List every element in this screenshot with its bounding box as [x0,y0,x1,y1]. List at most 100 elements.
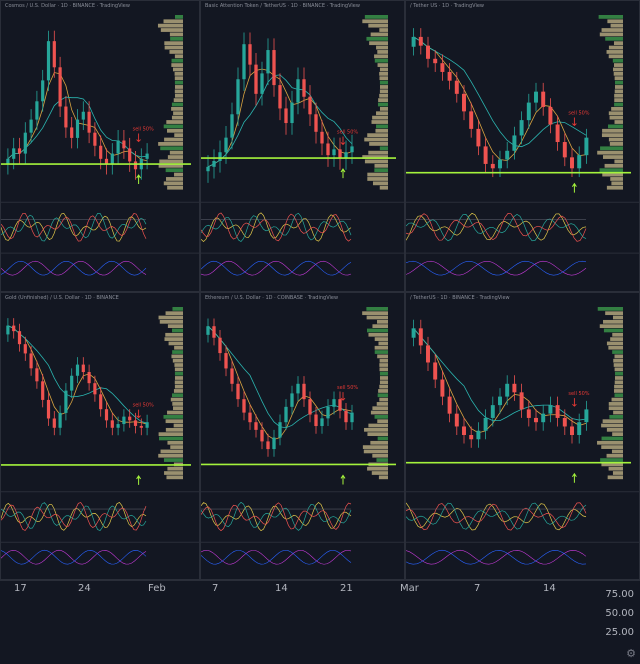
volume-profile-bar [379,71,388,76]
volume-profile-bar [364,137,388,142]
candlestick-chart: sell 50% [406,307,639,565]
candle-body [476,430,481,440]
volume-profile-bar [372,453,388,458]
oscillator-line [1,502,147,531]
candle-body [462,426,466,435]
sell-annotation: sell 50% [568,111,589,117]
candle-body [350,412,354,423]
volume-profile-bar [166,177,183,181]
volume-profile-bar [608,406,623,411]
volume-profile-bar [166,120,183,124]
candle-body [320,418,324,427]
volume-profile-bar [377,63,388,67]
volume-profile-bar [374,168,388,173]
x-tick: 7 [474,583,481,594]
volume-profile-bar [607,19,623,24]
volume-profile-bar [378,475,388,480]
volume-profile-bar [607,475,623,480]
candle-body [483,146,488,164]
volume-profile-bar [610,177,623,181]
volume-profile-bar [368,23,388,28]
rsi-line [1,549,147,565]
candle-body [350,146,354,153]
volume-profile-bar [371,120,388,124]
volume-profile-bar [379,93,388,98]
volume-profile-bar [159,319,183,324]
volume-profile-bar [173,111,183,116]
arrow-up-icon [340,168,346,179]
candle-body [290,393,294,407]
moving-average-line [413,36,587,162]
volume-profile-bar [174,371,183,376]
arrow-down-icon [136,409,141,419]
volume-profile-bar [374,350,388,354]
volume-profile-bar [163,124,183,129]
chart-panel[interactable]: / TetherUS · 1D · BINANCE · TradingView s… [405,292,640,580]
candle-body [278,422,282,438]
volume-profile-bar [172,358,183,363]
y-tick: 75.00 [605,589,634,600]
x-tick: 14 [275,583,288,594]
volume-profile-bar [597,307,623,311]
gear-icon[interactable]: ⚙ [626,647,636,660]
volume-profile-bar [164,45,183,50]
volume-profile-bar [174,54,183,59]
candle-body [534,417,538,423]
volume-profile-bar [364,427,388,432]
volume-profile-bar [613,358,623,363]
volume-profile-bar [611,449,623,454]
candle-body [81,364,85,373]
candle-body [555,405,560,418]
volume-profile-bar [614,93,623,98]
chart-panel[interactable]: Ethereum / U.S. Dollar · 1D · COINBASE ·… [200,292,405,580]
volume-profile-bar [608,124,623,129]
volume-profile-bar [603,328,623,333]
candle-body [260,73,264,94]
volume-profile-bar [597,440,623,445]
volume-profile-bar [374,58,388,63]
volume-profile-bar [379,28,388,32]
volume-profile-bar [158,453,183,458]
volume-profile-bar [172,67,183,72]
chart-panel[interactable]: Basic Attention Token / TetherUS · 1D · … [200,0,405,292]
candle-body [290,102,294,124]
candle-body [41,381,45,400]
volume-profile-bar [612,432,623,436]
candle-body [230,114,234,138]
volume-profile-bar [379,371,388,376]
volume-profile-bar [173,406,183,411]
candle-body [338,149,342,159]
candle-body [440,63,445,72]
volume-profile-bar [604,163,623,168]
x-tick: Mar [400,583,419,594]
chart-panel[interactable]: Cosmos / U.S. Dollar · 1D · BINANCE · Tr… [0,0,200,292]
chart-panel[interactable]: / Tether US · 1D · TradingView sell 50% [405,0,640,292]
volume-profile-bar [172,393,183,398]
candle-body [99,145,103,159]
rsi-line [201,549,352,565]
volume-profile-bar [172,350,183,354]
volume-profile-bar [175,15,183,19]
volume-profile-bar [612,471,623,475]
arrow-up-icon [136,475,142,485]
chart-panel[interactable]: Gold (Unfinished) / U.S. Dollar · 1D · B… [0,292,200,580]
candle-body [308,399,312,415]
volume-profile-bar [603,155,623,159]
volume-profile-bar [366,307,388,311]
x-tick: 24 [78,583,91,594]
candle-body [314,114,318,132]
volume-profile-bar [377,50,388,54]
candle-body [6,325,10,335]
volume-profile-bar [371,471,388,475]
candle-body [212,326,216,338]
volume-profile-bar [163,19,183,24]
candle-body [58,412,62,428]
volume-profile-bar [376,111,388,116]
candle-body [64,390,68,413]
volume-profile-bar [163,415,183,419]
candle-body [206,326,210,335]
candle-body [224,137,228,153]
moving-average-line [413,328,587,434]
candle-body [332,399,336,407]
volume-profile-bar [613,63,623,67]
